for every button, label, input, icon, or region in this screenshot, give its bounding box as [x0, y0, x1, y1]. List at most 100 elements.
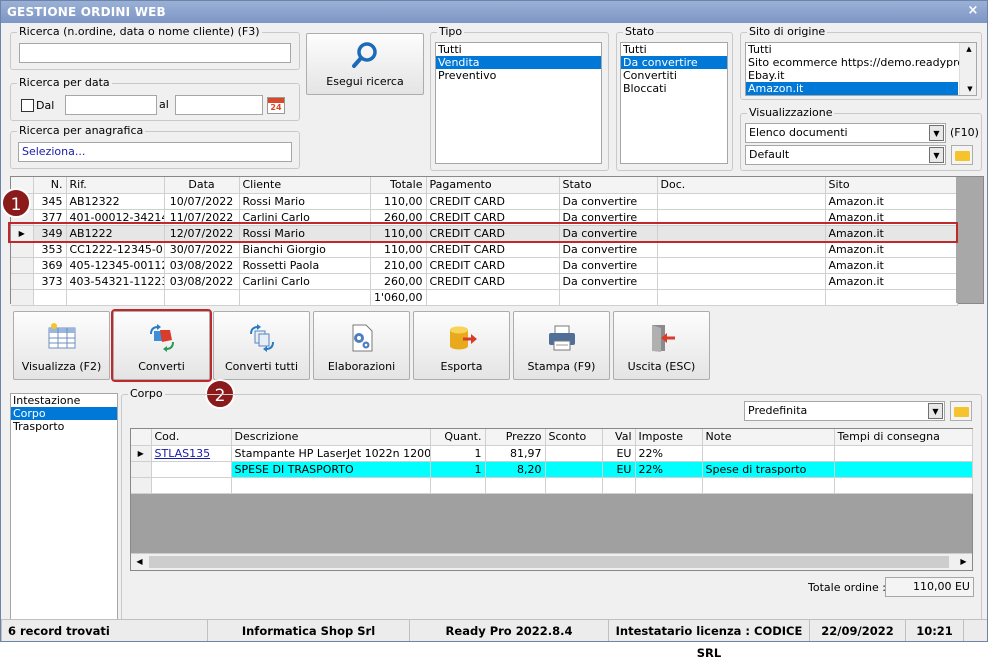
empty-cell[interactable]: [545, 477, 603, 494]
stato-item[interactable]: Convertiti: [621, 69, 727, 82]
row-indicator[interactable]: [11, 273, 34, 290]
corpo-cell-sconto[interactable]: [545, 445, 603, 462]
col-header-cod[interactable]: Cod.: [151, 429, 232, 446]
order-cell-doc[interactable]: [657, 193, 826, 210]
scroll-right-icon[interactable]: ▶: [956, 555, 971, 569]
col-header-quant[interactable]: Quant.: [430, 429, 486, 446]
corpo-cell-val[interactable]: EU: [602, 461, 636, 478]
order-cell-rif[interactable]: 403-54321-112233: [66, 273, 165, 290]
order-cell-stato[interactable]: Da convertire: [559, 273, 658, 290]
col-header-imposte[interactable]: Imposte: [635, 429, 703, 446]
order-cell-data[interactable]: 03/08/2022: [164, 257, 240, 274]
order-cell-stato[interactable]: Da convertire: [559, 241, 658, 258]
section-item-intestazione[interactable]: Intestazione: [11, 394, 117, 407]
order-cell-sito[interactable]: Amazon.it: [825, 241, 958, 258]
corpo-cell-tempi[interactable]: [834, 445, 973, 462]
section-list[interactable]: Intestazione Corpo Trasporto: [10, 393, 118, 636]
sito-item[interactable]: Tutti: [746, 43, 976, 56]
corpo-cell-prezzo[interactable]: 8,20: [485, 461, 546, 478]
order-cell-n[interactable]: 353: [33, 241, 67, 258]
order-cell-data[interactable]: 30/07/2022: [164, 241, 240, 258]
order-cell-totale[interactable]: 210,00: [370, 257, 427, 274]
corpo-cell-quant[interactable]: 1: [430, 445, 486, 462]
corpo-row[interactable]: SPESE DI TRASPORTO 1 8,20 EU 22% Spese di tra…: [131, 461, 973, 478]
col-header-descrizione[interactable]: Descrizione: [231, 429, 431, 446]
layout-dropdown[interactable]: Default ▼: [745, 145, 946, 165]
order-cell-sito[interactable]: Amazon.it: [825, 193, 958, 210]
order-cell-rif[interactable]: 405-12345-00112: [66, 257, 165, 274]
sito-item[interactable]: Ebay.it: [746, 69, 976, 82]
view-dropdown[interactable]: Elenco documenti ▼: [745, 123, 946, 143]
sito-item[interactable]: Sito ecommerce https://demo.readypro.it: [746, 56, 976, 69]
visualizza-button[interactable]: Visualizza (F2): [13, 311, 110, 380]
date-from-input[interactable]: [65, 95, 157, 115]
order-cell-sito[interactable]: Amazon.it: [825, 273, 958, 290]
order-cell-data[interactable]: 10/07/2022: [164, 193, 240, 210]
corpo-cell-sconto[interactable]: [545, 461, 603, 478]
scroll-left-icon[interactable]: ◀: [132, 555, 147, 569]
stato-item[interactable]: Tutti: [621, 43, 727, 56]
col-header-data[interactable]: Data: [164, 177, 240, 194]
order-row[interactable]: 345 AB12322 10/07/2022 Rossi Mario 110,00 CRE…: [11, 193, 958, 210]
order-cell-pagamento[interactable]: CREDIT CARD: [426, 193, 560, 210]
corpo-cell-note[interactable]: Spese di trasporto: [702, 461, 835, 478]
close-icon[interactable]: ×: [965, 3, 981, 19]
order-cell-n[interactable]: 345: [33, 193, 67, 210]
converti-button[interactable]: Converti: [111, 309, 212, 382]
empty-cell[interactable]: [430, 477, 486, 494]
order-cell-cliente[interactable]: Rossetti Paola: [239, 257, 371, 274]
col-header-prezzo[interactable]: Prezzo: [485, 429, 546, 446]
empty-cell[interactable]: [602, 477, 636, 494]
date-to-input[interactable]: [175, 95, 263, 115]
col-header-cliente[interactable]: Cliente: [239, 177, 371, 194]
scroll-thumb[interactable]: [149, 556, 949, 568]
folder-icon[interactable]: [950, 401, 972, 421]
tipo-list[interactable]: Tutti Vendita Preventivo: [435, 42, 602, 164]
order-cell-pagamento[interactable]: CREDIT CARD: [426, 257, 560, 274]
row-indicator[interactable]: [131, 461, 152, 478]
empty-cell[interactable]: [834, 477, 973, 494]
row-indicator[interactable]: [11, 241, 34, 258]
corpo-empty-row[interactable]: [131, 477, 973, 494]
order-cell-totale[interactable]: 110,00: [370, 193, 427, 210]
order-row[interactable]: 353 CC1222-12345-0... 30/07/2022 Bianchi Gi…: [11, 241, 958, 258]
chevron-down-icon[interactable]: ▼: [929, 147, 944, 163]
corpo-cell-tempi[interactable]: [834, 461, 973, 478]
chevron-down-icon[interactable]: ▼: [929, 125, 944, 141]
stato-item[interactable]: Da convertire: [621, 56, 727, 69]
order-cell-stato[interactable]: Da convertire: [559, 193, 658, 210]
chevron-down-icon[interactable]: ▼: [928, 403, 943, 419]
col-header-sconto[interactable]: Sconto: [545, 429, 603, 446]
elaborazioni-button[interactable]: Elaborazioni: [313, 311, 410, 380]
row-pointer-icon[interactable]: ▶: [131, 445, 152, 462]
corpo-cell-cod[interactable]: STLAS135: [151, 445, 232, 462]
col-header-n[interactable]: N.: [33, 177, 67, 194]
order-row[interactable]: 369 405-12345-00112 03/08/2022 Rossetti Pao…: [11, 257, 958, 274]
order-row[interactable]: 373403-54321-11223303/08/2022Carlini Car…: [11, 273, 958, 290]
corpo-row[interactable]: ▶ STLAS135 Stampante HP LaserJet 1022n 120…: [131, 445, 973, 462]
col-header-totale[interactable]: Totale: [370, 177, 427, 194]
order-cell-doc[interactable]: [657, 257, 826, 274]
corpo-cell-val[interactable]: EU: [602, 445, 636, 462]
corpo-layout-dropdown[interactable]: Predefinita ▼: [744, 401, 945, 421]
corpo-cell-note[interactable]: [702, 445, 835, 462]
order-cell-rif[interactable]: AB12322: [66, 193, 165, 210]
col-header-val[interactable]: Val: [602, 429, 636, 446]
date-checkbox[interactable]: [21, 99, 34, 112]
stampa-button[interactable]: Stampa (F9): [513, 311, 610, 380]
order-cell-n[interactable]: 369: [33, 257, 67, 274]
search-input[interactable]: [19, 43, 291, 63]
order-cell-stato[interactable]: Da convertire: [559, 257, 658, 274]
uscita-button[interactable]: Uscita (ESC): [613, 311, 710, 380]
corpo-cell-quant[interactable]: 1: [430, 461, 486, 478]
corpo-cell-imposte[interactable]: 22%: [635, 445, 703, 462]
section-item-corpo[interactable]: Corpo: [11, 407, 117, 420]
corpo-cell-descrizione[interactable]: Stampante HP LaserJet 1022n 1200x...: [231, 445, 431, 462]
order-cell-totale[interactable]: 260,00: [370, 273, 427, 290]
row-indicator[interactable]: [11, 257, 34, 274]
folder-icon[interactable]: [951, 145, 973, 165]
col-header-rif[interactable]: Rif.: [66, 177, 165, 194]
order-cell-cliente[interactable]: Carlini Carlo: [239, 273, 371, 290]
stato-item[interactable]: Bloccati: [621, 82, 727, 95]
corpo-cell-prezzo[interactable]: 81,97: [485, 445, 546, 462]
